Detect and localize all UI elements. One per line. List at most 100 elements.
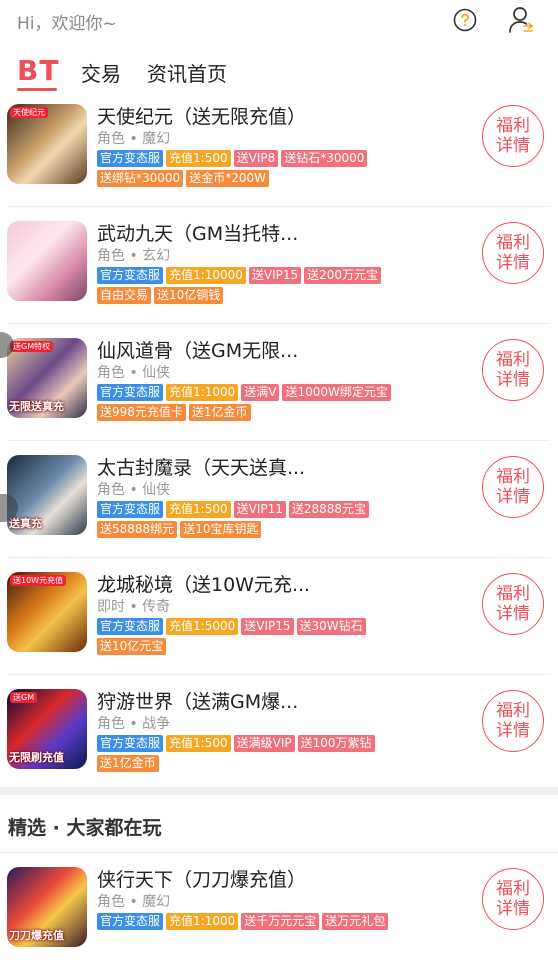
- header: Hi，欢迎你~: [0, 0, 558, 42]
- game-row[interactable]: 送GM特权 无限送真充 仙风道骨（送GM无限... 角色 • 仙侠 官方变态服 充值1:1…: [0, 324, 558, 441]
- welfare-button-label: 福利: [496, 584, 530, 604]
- welfare-button-label: 详情: [496, 370, 530, 390]
- tag-line: 官方变态服 充值1:1000 送千万元元宝 送万元礼包: [97, 913, 467, 931]
- tag-label: 官方变态服: [97, 618, 164, 635]
- game-category: 角色 • 魔幻: [97, 894, 171, 910]
- tag-line: 送58888绑元 送10宝库钥匙: [97, 521, 467, 539]
- game-row[interactable]: 送真充 太古封魔录（天天送真... 角色 • 仙侠官方变态服 充值1:500 送VIP1…: [0, 441, 558, 558]
- welfare-details-button[interactable]: 福利 详情: [482, 339, 544, 401]
- game-row[interactable]: 天使纪元 天使纪元（送无限充值） 角色 • 魔幻 官方变态服 充值1:500 送VIP8 送…: [0, 90, 558, 207]
- game-row[interactable]: 送10W元充值 龙城秘境（送10W元充... 即时 • 传奇 官方变态服 充值1:500…: [0, 558, 558, 675]
- game-icon[interactable]: 送GM特权无限送真充: [7, 338, 87, 418]
- tag-label: 自由交易: [97, 287, 152, 304]
- tag-line: 送998元充值卡 送1亿金币: [97, 404, 467, 422]
- tag-label: 送绑钻*30000: [97, 170, 184, 187]
- tag-label: 送30W钻石: [296, 618, 366, 635]
- game-icon[interactable]: 天使纪元: [7, 104, 87, 184]
- tag-label: 送200万元宝: [304, 267, 382, 284]
- tag-label: 送钻石*30000: [281, 150, 368, 167]
- game-category: 角色 • 战争: [97, 716, 171, 732]
- tag-label: 充值1:10000: [166, 267, 246, 284]
- welfare-details-button[interactable]: 福利 详情: [482, 222, 544, 284]
- welfare-button-label: 详情: [496, 253, 530, 273]
- section-divider: [0, 787, 558, 795]
- tag-label: 送满级VIP: [233, 735, 295, 752]
- welfare-button-label: 详情: [496, 604, 530, 624]
- tag-label: 送VIP8: [233, 150, 279, 167]
- icon-badge: 送GM特权: [10, 341, 54, 352]
- welfare-button-label: 福利: [496, 467, 530, 487]
- tag-label: 送金币*200W: [186, 170, 269, 187]
- icon-caption: 刀刀爆充值: [9, 929, 64, 942]
- game-icon[interactable]: 送GM 无限刷充值: [7, 689, 87, 769]
- tag-label: 充值1:500: [166, 150, 231, 167]
- welfare-details-button[interactable]: 福利 详情: [482, 690, 544, 752]
- game-category: 角色 • 魔幻: [97, 131, 171, 147]
- welfare-details-button[interactable]: 福利 详情: [482, 105, 544, 167]
- greeting-text: Hi，欢迎你~: [17, 14, 117, 34]
- tag-label: 送100万紫钻: [297, 735, 375, 752]
- game-icon[interactable]: [7, 221, 87, 301]
- tag-line: 送绑钻*30000 送金币*200W: [97, 170, 467, 188]
- tag-label: 送28888元宝: [288, 501, 370, 518]
- tab-news[interactable]: 资讯首页: [147, 58, 227, 87]
- game-row[interactable]: 武动九天（GM当托特... 角色 • 玄幻 官方变态服 充值1:10000 送VIP15…: [0, 207, 558, 324]
- welfare-button-label: 福利: [496, 350, 530, 370]
- game-title[interactable]: 狩游世界（送满GM爆...: [97, 687, 298, 714]
- tag-line: 送1亿金币: [97, 755, 467, 773]
- tab-bar: BT 交易 资讯首页: [0, 52, 558, 92]
- tag-line: 官方变态服 充值1:500 送VIP11 送28888元宝: [97, 501, 467, 519]
- tag-label: 送10亿元宝: [97, 638, 167, 655]
- tag-label: 送满V: [241, 384, 280, 401]
- welfare-button-label: 详情: [496, 721, 530, 741]
- tag-line: 官方变态服 充值1:1000 送满V 送1000W绑定元宝: [97, 384, 467, 402]
- game-title[interactable]: 仙风道骨（送GM无限...: [97, 336, 298, 363]
- welfare-button-label: 详情: [496, 136, 530, 156]
- game-icon[interactable]: 送真充: [7, 455, 87, 535]
- tag-line: 送10亿元宝: [97, 638, 467, 656]
- tag-label: 充值1:5000: [166, 618, 239, 635]
- tag-list: 官方变态服 充值1:5000 送VIP15 送30W钻石 送10亿元宝: [97, 618, 467, 658]
- tag-label: 送VIP15: [241, 618, 294, 635]
- tag-line: 官方变态服 充值1:500 送满级VIP 送100万紫钻: [97, 735, 467, 753]
- tag-line: 官方变态服 充值1:10000 送VIP15 送200万元宝: [97, 267, 467, 285]
- tag-label: 送1亿金币: [188, 404, 251, 421]
- tag-label: 充值1:500: [166, 735, 231, 752]
- game-icon[interactable]: 刀刀爆充值: [7, 867, 87, 947]
- tag-label: 官方变态服: [97, 267, 164, 284]
- tag-label: 官方变态服: [97, 913, 164, 930]
- game-title[interactable]: 天使纪元（送无限充值）: [97, 102, 306, 129]
- tag-label: 送千万元元宝: [241, 913, 320, 930]
- question-circle-icon[interactable]: [453, 8, 477, 32]
- tag-label: 官方变态服: [97, 384, 164, 401]
- game-title[interactable]: 太古封魔录（天天送真...: [97, 453, 305, 480]
- game-title[interactable]: 侠行天下（刀刀爆充值）: [97, 865, 306, 892]
- tag-list: 官方变态服 充值1:10000 送VIP15 送200万元宝 自由交易 送10亿铜钱: [97, 267, 467, 307]
- welfare-details-button[interactable]: 福利 详情: [482, 868, 544, 930]
- game-icon[interactable]: 送10W元充值: [7, 572, 87, 652]
- tab-trade[interactable]: 交易: [81, 58, 121, 87]
- icon-caption: 无限送真充: [9, 400, 64, 413]
- user-icon[interactable]: [508, 6, 534, 34]
- icon-badge: 送GM: [10, 692, 38, 703]
- welfare-button-label: 详情: [496, 487, 530, 507]
- tag-line: 官方变态服 充值1:5000 送VIP15 送30W钻石: [97, 618, 467, 636]
- tag-list: 官方变态服 充值1:500 送VIP11 送28888元宝 送58888绑元 送10宝库钥…: [97, 501, 467, 541]
- game-title[interactable]: 武动九天（GM当托特...: [97, 219, 298, 246]
- tag-label: 送1000W绑定元宝: [282, 384, 391, 401]
- welfare-details-button[interactable]: 福利 详情: [482, 456, 544, 518]
- game-row[interactable]: 送GM 无限刷充值 狩游世界（送满GM爆... 角色 • 战争官方变态服 充值1:500…: [0, 675, 558, 792]
- game-row[interactable]: 刀刀爆充值 侠行天下（刀刀爆充值） 角色 • 魔幻官方变态服 充值1:1000 送千万元…: [0, 853, 558, 970]
- welfare-details-button[interactable]: 福利 详情: [482, 573, 544, 635]
- game-title[interactable]: 龙城秘境（送10W元充...: [97, 570, 310, 597]
- game-category: 即时 • 传奇: [97, 599, 171, 615]
- tab-bt[interactable]: BT: [17, 54, 59, 87]
- tag-label: 送58888绑元: [97, 521, 178, 538]
- game-category: 角色 • 仙侠: [97, 482, 171, 498]
- tag-label: 送万元礼包: [322, 913, 389, 930]
- game-category: 角色 • 玄幻: [97, 248, 171, 264]
- tag-label: 送VIP15: [248, 267, 302, 284]
- game-category: 角色 • 仙侠: [97, 365, 171, 381]
- tag-line: 自由交易 送10亿铜钱: [97, 287, 467, 305]
- tag-list: 官方变态服 充值1:500 送VIP8 送钻石*30000 送绑钻*30000 送金币*2…: [97, 150, 467, 190]
